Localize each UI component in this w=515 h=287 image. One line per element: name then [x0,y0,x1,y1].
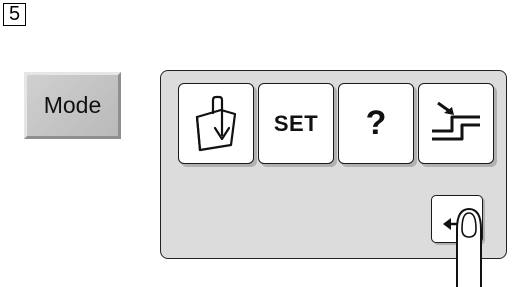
help-key-label: ? [365,104,387,142]
set-key[interactable]: SET [258,83,334,164]
folder-arrow-icon [195,95,237,151]
step-number: 5 [3,3,26,26]
mode-button[interactable]: Mode [24,72,121,139]
step-arrow-icon [432,101,480,140]
save-folder-key[interactable] [178,83,254,164]
control-panel: SET ? [160,70,507,287]
set-key-label: SET [273,110,319,136]
finger-press-icon [456,207,482,287]
help-key[interactable]: ? [338,83,414,164]
feed-key[interactable] [418,83,494,164]
